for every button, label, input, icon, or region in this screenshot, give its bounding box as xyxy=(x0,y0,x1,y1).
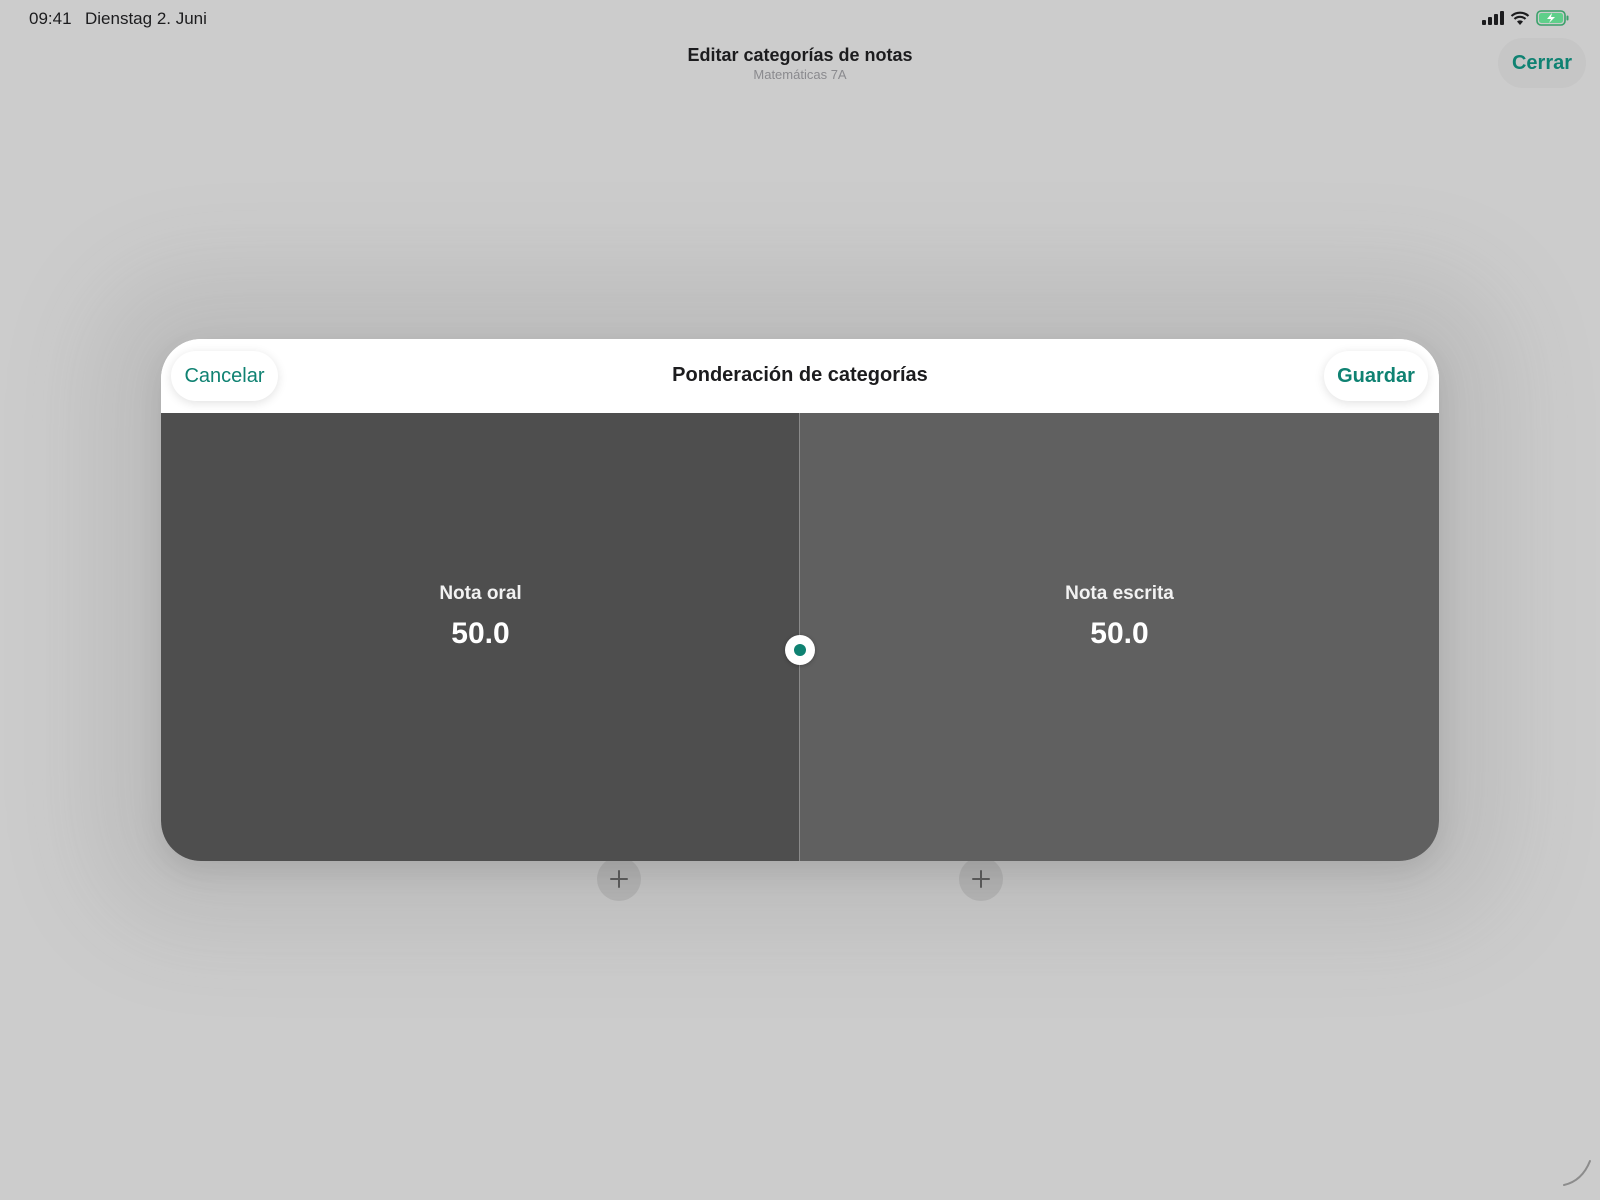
wifi-icon xyxy=(1510,11,1530,31)
category-weight: 50.0 xyxy=(1090,617,1149,650)
add-category-button[interactable] xyxy=(959,857,1003,901)
plus-icon xyxy=(972,870,990,888)
category-pane-right: Nota escrita 50.0 xyxy=(800,413,1439,861)
category-name: Nota oral xyxy=(439,583,522,604)
cancel-button[interactable]: Cancelar xyxy=(171,351,278,401)
screen: 09:41 Dienstag 2. Juni Editar categorías… xyxy=(0,0,1600,1200)
battery-charging-icon xyxy=(1536,10,1570,31)
modal-title: Ponderación de categorías xyxy=(672,364,928,386)
status-icons xyxy=(1482,10,1570,31)
status-time: 09:41 xyxy=(29,9,72,28)
status-date: Dienstag 2. Juni xyxy=(85,9,207,28)
weight-split-control[interactable]: Nota oral 50.0 Nota escrita 50.0 xyxy=(161,413,1439,861)
split-handle[interactable] xyxy=(785,635,815,665)
resize-corner-icon xyxy=(1560,1155,1594,1194)
category-pane-left: Nota oral 50.0 xyxy=(161,413,800,861)
plus-icon xyxy=(610,870,628,888)
category-weight: 50.0 xyxy=(451,617,510,650)
modal-header: Ponderación de categorías Cancelar Guard… xyxy=(161,339,1439,413)
page-subtitle: Matemáticas 7A xyxy=(753,67,847,82)
page-title: Editar categorías de notas xyxy=(687,45,913,65)
category-name: Nota escrita xyxy=(1065,583,1174,604)
save-button[interactable]: Guardar xyxy=(1324,351,1428,401)
cellular-signal-icon xyxy=(1482,11,1504,30)
handle-dot xyxy=(794,644,806,656)
weighting-modal: Ponderación de categorías Cancelar Guard… xyxy=(161,339,1439,861)
add-category-button[interactable] xyxy=(597,857,641,901)
close-button[interactable]: Cerrar xyxy=(1498,38,1586,88)
